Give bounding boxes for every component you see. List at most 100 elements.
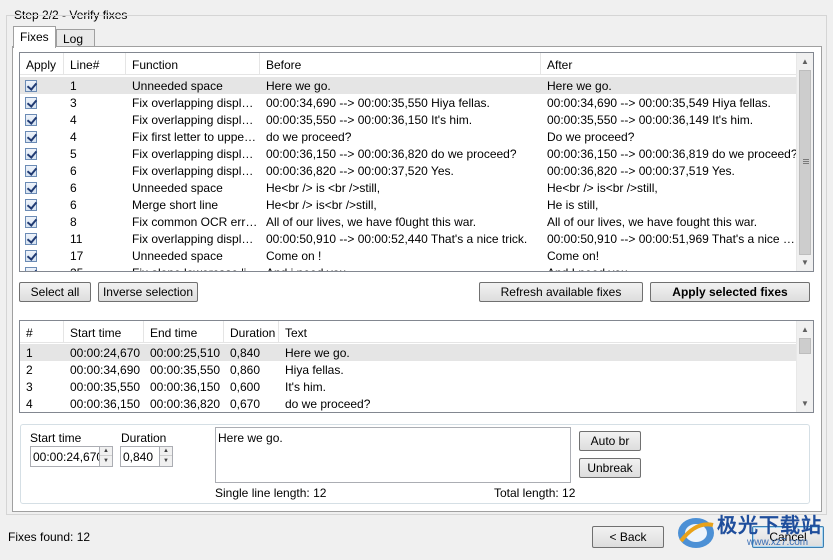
fix-row[interactable]: 8 Fix common OCR errors... All of our live… [20,213,796,230]
tab-log[interactable]: Log [56,29,95,47]
header-col-end-time[interactable]: End time [144,321,224,343]
back-button[interactable]: < Back [592,526,664,548]
unbreak-button[interactable]: Unbreak [579,458,641,478]
apply-checkbox[interactable] [25,165,37,177]
duration-input[interactable]: 0,840 [120,446,160,467]
spin-down-icon[interactable]: ▼ [100,457,112,466]
select-all-button[interactable]: Select all [19,282,91,302]
fix-row[interactable]: 1 Unneeded space Here we go. Here we go. [20,77,796,94]
fix-function-cell: Unneeded space [132,79,223,93]
duration-spinner[interactable]: ▲ ▼ [159,446,173,467]
fix-after-cell: He<br /> is<br />still, [547,181,658,195]
fixes-list-scrollbar[interactable]: ▲ ▼ [796,53,813,271]
fix-function-cell: Fix first letter to upperca... [132,130,260,144]
scroll-thumb[interactable] [799,338,811,354]
subtitle-text-cell: Hiya fellas. [285,363,344,377]
unbreak-label: Unbreak [587,461,633,475]
fix-row[interactable]: 4 Fix overlapping display t... 00:00:35,55… [20,111,796,128]
fix-function-cell: Fix alone lowercase 'i' t... [126,264,260,271]
fix-row[interactable]: 6 Unneeded space He<br /> is <br />still, H… [20,179,796,196]
subtitle-text-cell: do we proceed? [285,397,371,411]
fix-row[interactable]: 6 Fix overlapping display t... 00:00:36,82… [20,162,796,179]
subtitle-num-cell: 2 [26,363,33,377]
header-col-start-time[interactable]: Start time [64,321,144,343]
fix-function-cell: Unneeded space [132,181,223,195]
header-col-apply[interactable]: Apply [20,53,64,75]
fix-row[interactable]: 3 Fix overlapping display t... 00:00:34,69… [20,94,796,111]
subtitle-num-cell: 4 [26,397,33,411]
subtitle-text-cell: It's him. [285,380,326,394]
fix-row[interactable]: 6 Merge short line He<br /> is<br />still,… [20,196,796,213]
fix-line-cell: 4 [70,113,77,127]
apply-checkbox[interactable] [25,250,37,262]
scroll-up-icon[interactable]: ▲ [797,53,813,70]
apply-checkbox[interactable] [25,148,37,160]
header-col-text[interactable]: Text [279,321,798,343]
apply-checkbox[interactable] [25,114,37,126]
subtitle-row[interactable]: 4 00:00:36,150 00:00:36,820 0,670 do we proc… [20,395,796,412]
subtitle-row[interactable]: 1 00:00:24,670 00:00:25,510 0,840 Here we go… [20,344,796,361]
subtitle-text-input[interactable]: Here we go. [215,427,571,483]
watermark-url: www.xz7.com [747,537,809,548]
refresh-fixes-button[interactable]: Refresh available fixes [479,282,643,302]
fix-after-cell: Here we go. [547,79,612,93]
apply-checkbox[interactable] [25,216,37,228]
apply-checkbox[interactable] [25,182,37,194]
start-time-spinner[interactable]: ▲ ▼ [99,446,113,467]
subtitle-row[interactable]: 2 00:00:34,690 00:00:35,550 0,860 Hiya fella… [20,361,796,378]
fixes-list-header: Apply Line# Function Before After [20,53,798,75]
inverse-selection-button[interactable]: Inverse selection [98,282,198,302]
fix-line-cell: 17 [70,249,84,263]
fix-row[interactable]: 5 Fix overlapping display t... 00:00:36,15… [20,145,798,162]
fix-function-cell: Fix common OCR errors... [132,215,260,229]
apply-checkbox[interactable] [25,80,37,92]
fixes-list[interactable]: Apply Line# Function Before After 1 Unneeded … [19,52,814,272]
fix-line-cell: 6 [70,181,77,195]
header-col-duration[interactable]: Duration [224,321,279,343]
spin-up-icon[interactable]: ▲ [100,447,112,456]
spin-up-icon[interactable]: ▲ [160,447,172,456]
scroll-thumb[interactable] [799,70,811,255]
apply-checkbox[interactable] [25,233,37,245]
subtitle-list[interactable]: # Start time End time Duration Text 1 00:00:2… [19,320,814,413]
fix-after-cell: 00:00:36,150 --> 00:00:36,819 do we proc… [547,147,798,161]
apply-checkbox[interactable] [25,267,37,271]
fix-row[interactable]: 4 Fix first letter to upperca... do we pro… [20,128,796,145]
fix-after-cell: Do we proceed? [547,130,635,144]
subtitle-start-cell: 00:00:34,690 [70,363,141,377]
fix-row[interactable]: 17 Unneeded space Come on ! Come on! [20,247,796,264]
subtitle-duration-cell: 0,600 [230,380,261,394]
apply-checkbox[interactable] [25,131,37,143]
header-col-function[interactable]: Function [126,53,260,75]
apply-checkbox[interactable] [25,199,37,211]
apply-selected-fixes-button[interactable]: Apply selected fixes [650,282,810,302]
fix-after-cell: 00:00:34,690 --> 00:00:35,549 Hiya fella… [547,96,771,110]
scroll-down-icon[interactable]: ▼ [797,395,813,412]
fix-before-cell: Come on ! [266,249,322,263]
fix-before-cell: 00:00:35,550 --> 00:00:36,150 It's him. [266,113,473,127]
fix-after-cell: And I need you. [541,264,798,271]
header-col-number[interactable]: # [20,321,64,343]
tab-fixes[interactable]: Fixes [13,26,56,48]
fix-before-cell: All of our lives, we have f0ught this wa… [266,215,477,229]
fix-after-cell: 00:00:50,910 --> 00:00:51,969 That's a n… [547,232,798,246]
subtitle-row[interactable]: 3 00:00:35,550 00:00:36,150 0,600 It's him. [20,378,796,395]
fix-line-cell: 25 [64,264,126,271]
fix-row[interactable]: 11 Fix overlapping display t... 00:00:50,9… [20,230,798,247]
subtitle-duration-cell: 0,860 [230,363,261,377]
header-col-after[interactable]: After [541,53,798,75]
fix-row[interactable]: 25Fix alone lowercase 'i' t...And i need… [20,264,798,271]
subtitle-list-scrollbar[interactable]: ▲ ▼ [796,321,813,412]
subtitle-num-cell: 1 [26,346,33,360]
scroll-down-icon[interactable]: ▼ [797,254,813,271]
subtitle-start-cell: 00:00:36,150 [70,397,141,411]
apply-checkbox[interactable] [25,97,37,109]
fix-before-cell: He<br /> is<br />still, [266,198,377,212]
start-time-input[interactable]: 00:00:24,670 [30,446,103,467]
header-col-line[interactable]: Line# [64,53,126,75]
spin-down-icon[interactable]: ▼ [160,457,172,466]
watermark: 极光下载站 www.xz7.com [673,505,833,557]
header-col-before[interactable]: Before [260,53,541,75]
scroll-up-icon[interactable]: ▲ [797,321,813,338]
auto-br-button[interactable]: Auto br [579,431,641,451]
